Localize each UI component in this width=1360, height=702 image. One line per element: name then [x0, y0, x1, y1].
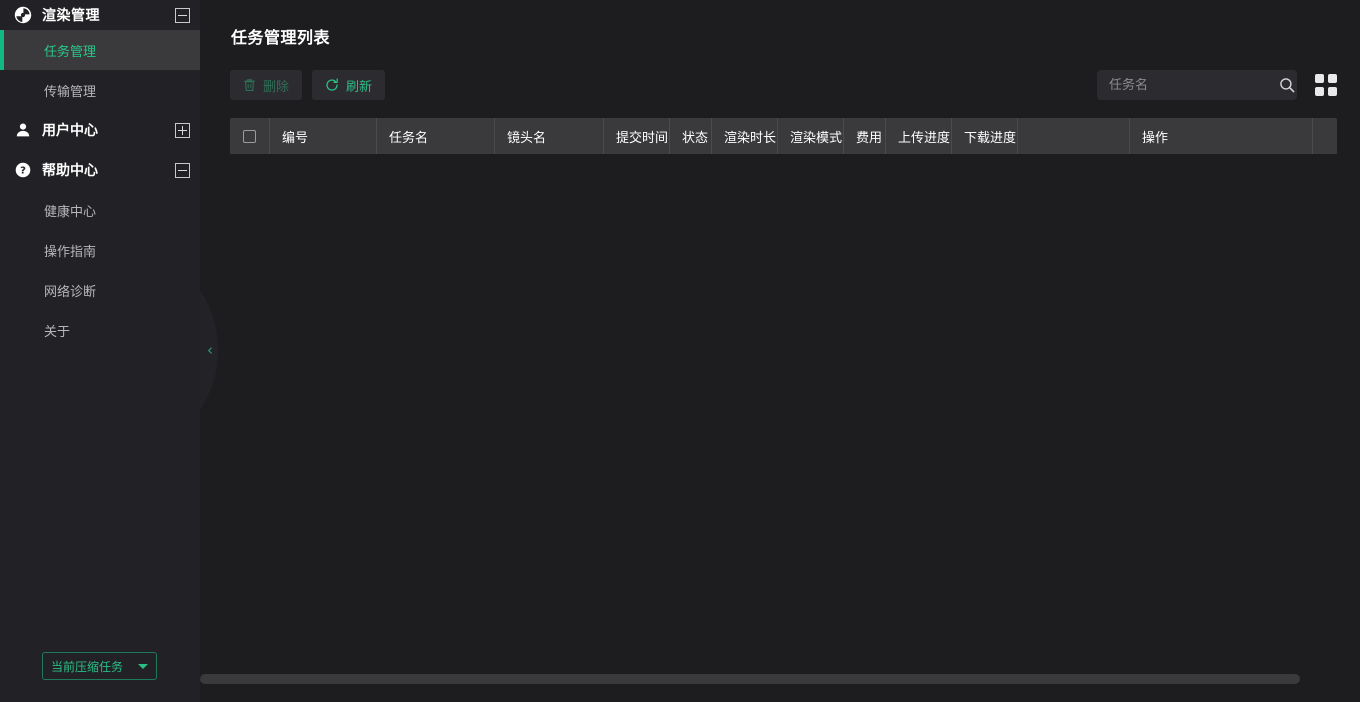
grid-cell — [1315, 87, 1324, 96]
app-root: 渲染管理 任务管理 传输管理 用户中心 ? 帮助中心 健康中心 操作指南 网络诊… — [0, 0, 1360, 702]
sidebar: 渲染管理 任务管理 传输管理 用户中心 ? 帮助中心 健康中心 操作指南 网络诊… — [0, 0, 200, 702]
svg-text:?: ? — [20, 166, 26, 177]
sidebar-item-label: 操作指南 — [44, 244, 97, 260]
sidebar-group-label: 帮助中心 — [42, 163, 98, 179]
sidebar-item-network-diagnosis[interactable]: 网络诊断 — [0, 270, 200, 310]
render-logo-icon — [14, 6, 32, 24]
table-header-render-duration[interactable]: 渲染时长 — [712, 118, 778, 154]
sidebar-group-user-center[interactable]: 用户中心 — [0, 110, 200, 150]
toolbar: 删除 刷新 — [230, 70, 1337, 100]
grid-view-icon[interactable] — [1315, 74, 1337, 96]
refresh-button[interactable]: 刷新 — [312, 70, 386, 100]
sidebar-item-label: 健康中心 — [44, 204, 97, 220]
sidebar-group-toggle-minus[interactable] — [175, 162, 190, 178]
table-header-submit-time[interactable]: 提交时间 — [604, 118, 670, 154]
question-circle-icon: ? — [14, 162, 32, 178]
sidebar-item-about[interactable]: 关于 — [0, 310, 200, 350]
sidebar-footer: 当前压缩任务 — [42, 652, 157, 680]
horizontal-scrollbar-track[interactable] — [200, 674, 1360, 686]
table-header-task-name[interactable]: 任务名 — [377, 118, 495, 154]
sidebar-group-help-center[interactable]: ? 帮助中心 — [0, 150, 200, 190]
search-input[interactable] — [1109, 77, 1279, 93]
sidebar-group-toggle-minus[interactable] — [175, 7, 190, 23]
chevron-down-icon — [138, 663, 148, 669]
search-box[interactable] — [1097, 70, 1297, 100]
main-content: 任务管理列表 删除 刷新 任务名 编号 任务名 镜头名 提交时间 状态 渲染时长… — [200, 0, 1360, 702]
sidebar-item-label: 任务管理 — [44, 44, 97, 60]
table-body — [230, 154, 1337, 669]
sidebar-item-label: 传输管理 — [44, 84, 97, 100]
grid-cell — [1328, 74, 1337, 83]
table-header-row: 编号 任务名 镜头名 提交时间 状态 渲染时长 渲染模式 费用 上传进度 下载进… — [230, 118, 1337, 154]
table-header-download-progress[interactable]: 下载进度 — [952, 118, 1018, 154]
trash-icon — [243, 78, 256, 92]
table-header-cost[interactable]: 费用 — [844, 118, 886, 154]
sidebar-item-health-center[interactable]: 健康中心 — [0, 190, 200, 230]
table-header-tail — [1313, 118, 1337, 154]
task-table: 编号 任务名 镜头名 提交时间 状态 渲染时长 渲染模式 费用 上传进度 下载进… — [230, 118, 1337, 669]
table-header-actions[interactable]: 操作 — [1130, 118, 1313, 154]
table-header-shot-name[interactable]: 镜头名 — [495, 118, 604, 154]
horizontal-scrollbar-thumb[interactable] — [200, 674, 1300, 684]
chevron-left-icon: ‹ — [207, 340, 213, 359]
table-header-status[interactable]: 状态 — [670, 118, 712, 154]
table-header-id[interactable]: 编号 — [270, 118, 377, 154]
select-all-checkbox[interactable] — [243, 129, 256, 143]
sidebar-item-label: 网络诊断 — [44, 284, 97, 300]
page-title: 任务管理列表 — [231, 28, 331, 47]
toolbar-right — [1097, 70, 1337, 100]
grid-cell — [1315, 74, 1324, 83]
sidebar-collapse-handle[interactable]: ‹ — [200, 290, 222, 410]
refresh-icon — [325, 78, 339, 92]
sidebar-item-operation-guide[interactable]: 操作指南 — [0, 230, 200, 270]
grid-cell — [1328, 87, 1337, 96]
current-compression-task-button[interactable]: 当前压缩任务 — [42, 652, 157, 680]
current-compression-task-label: 当前压缩任务 — [51, 659, 124, 674]
delete-button-label: 删除 — [263, 79, 290, 95]
table-header-spacer — [1018, 118, 1130, 154]
sidebar-item-transfer-management[interactable]: 传输管理 — [0, 70, 200, 110]
table-header-upload-progress[interactable]: 上传进度 — [886, 118, 952, 154]
sidebar-group-render-management[interactable]: 渲染管理 — [0, 0, 200, 30]
sidebar-item-label: 关于 — [44, 324, 71, 340]
user-icon — [14, 122, 32, 138]
delete-button[interactable]: 删除 — [230, 70, 303, 100]
sidebar-item-task-management[interactable]: 任务管理 — [0, 30, 200, 70]
search-icon[interactable] — [1279, 77, 1295, 93]
refresh-button-label: 刷新 — [346, 79, 373, 95]
sidebar-group-label: 用户中心 — [42, 123, 98, 139]
sidebar-group-label: 渲染管理 — [42, 8, 100, 24]
table-header-render-mode[interactable]: 渲染模式 — [778, 118, 844, 154]
table-header-select-all[interactable] — [230, 118, 270, 154]
sidebar-group-toggle-plus[interactable] — [175, 122, 190, 138]
